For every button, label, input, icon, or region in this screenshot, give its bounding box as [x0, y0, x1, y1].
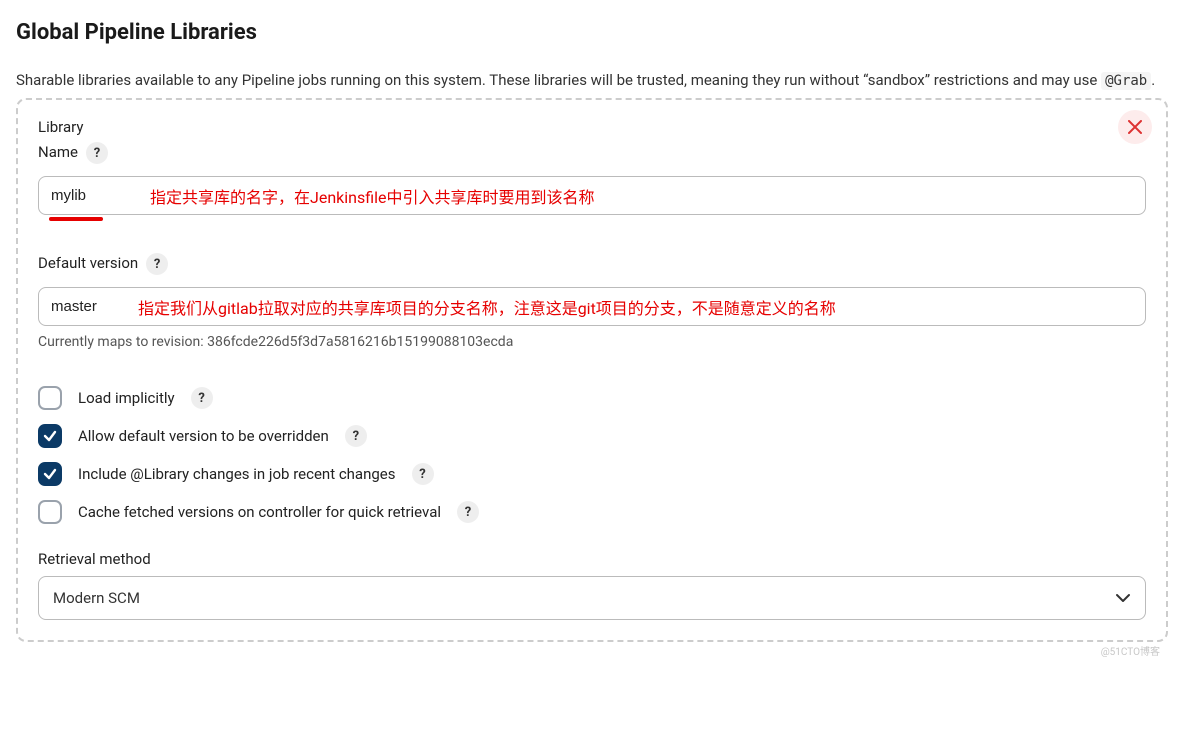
checkbox-row: Allow default version to be overridden?: [38, 424, 1146, 448]
check-icon: [43, 429, 57, 443]
checkbox-help-button[interactable]: ?: [345, 425, 367, 447]
checkbox[interactable]: [38, 500, 62, 524]
checkbox-label: Allow default version to be overridden: [78, 427, 329, 445]
watermark: @51CTO博客: [1101, 643, 1160, 658]
checkbox-row: Include @Library changes in job recent c…: [38, 462, 1146, 486]
default-version-input[interactable]: [38, 287, 1146, 326]
library-header: Library: [38, 118, 1146, 136]
default-version-help-button[interactable]: ?: [146, 253, 168, 275]
checkbox-label: Cache fetched versions on controller for…: [78, 503, 441, 521]
desc-post: .: [1151, 71, 1155, 89]
checkbox-row: Cache fetched versions on controller for…: [38, 500, 1146, 524]
checkbox[interactable]: [38, 462, 62, 486]
chevron-down-icon: [1115, 590, 1131, 606]
revision-hint: Currently maps to revision: 386fcde226d5…: [38, 334, 1146, 350]
retrieval-method-select[interactable]: Modern SCM: [38, 576, 1146, 620]
library-card: Library Name ? 指定共享库的名字，在Jenkinsfile中引入共…: [16, 98, 1168, 642]
desc-code: @Grab: [1101, 72, 1151, 90]
checkbox-help-button[interactable]: ?: [412, 463, 434, 485]
default-version-label: Default version: [38, 254, 138, 272]
checkbox-label: Load implicitly: [78, 389, 175, 407]
name-label: Name: [38, 143, 78, 161]
checkbox[interactable]: [38, 386, 62, 410]
close-icon: [1128, 120, 1142, 134]
check-icon: [43, 467, 57, 481]
checkbox-help-button[interactable]: ?: [457, 501, 479, 523]
remove-library-button[interactable]: [1118, 110, 1152, 144]
retrieval-method-value: Modern SCM: [53, 589, 140, 607]
section-description: Sharable libraries available to any Pipe…: [16, 69, 1166, 92]
name-help-button[interactable]: ?: [86, 142, 108, 164]
name-input[interactable]: [38, 176, 1146, 215]
desc-pre: Sharable libraries available to any Pipe…: [16, 71, 1101, 89]
annotation-underline: [49, 217, 103, 221]
page-title: Global Pipeline Libraries: [16, 20, 1168, 45]
checkbox[interactable]: [38, 424, 62, 448]
checkbox-help-button[interactable]: ?: [191, 387, 213, 409]
checkbox-label: Include @Library changes in job recent c…: [78, 465, 396, 483]
retrieval-method-label: Retrieval method: [38, 550, 1146, 568]
checkbox-row: Load implicitly?: [38, 386, 1146, 410]
